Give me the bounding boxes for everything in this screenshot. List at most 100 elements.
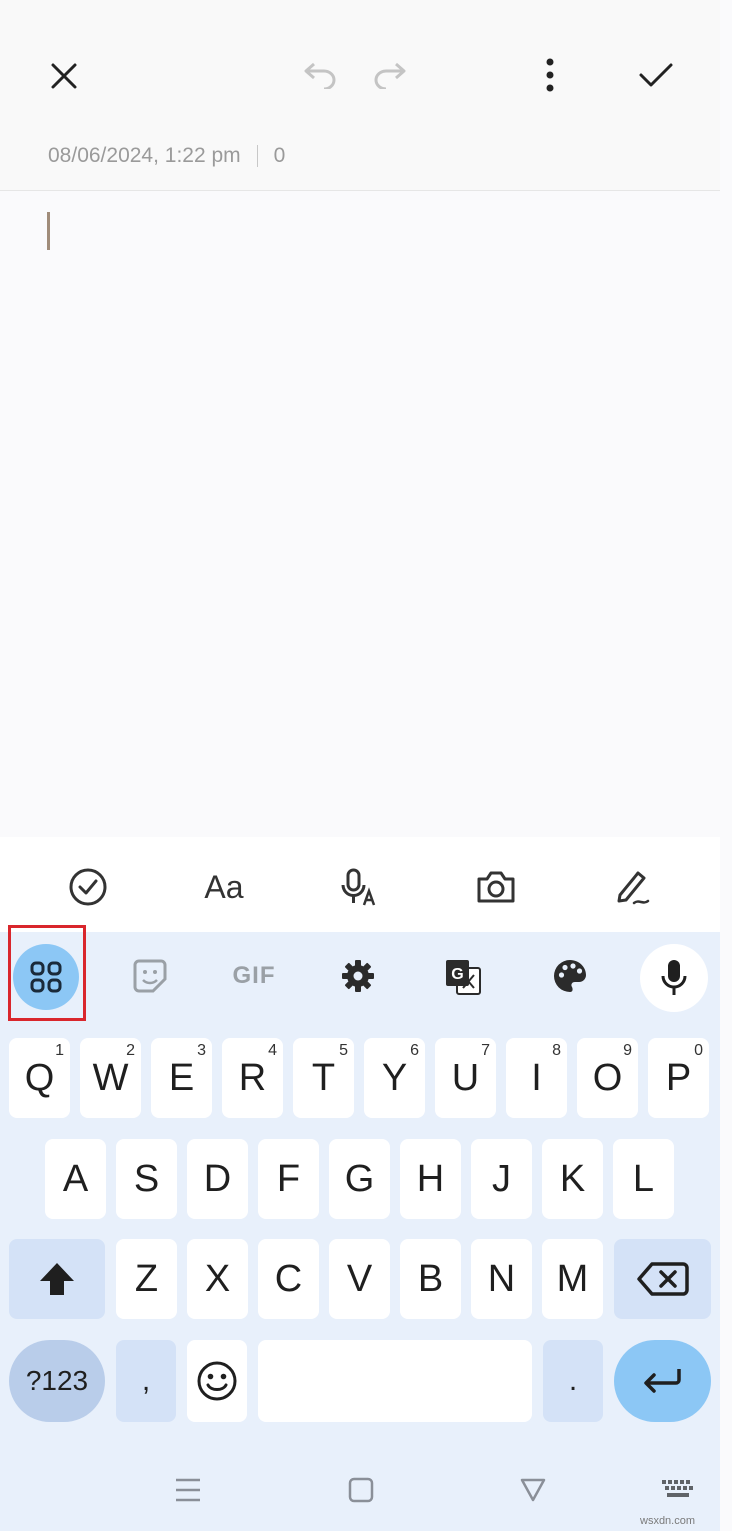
key-e-hint: 3 bbox=[197, 1042, 206, 1059]
key-r[interactable]: R4 bbox=[222, 1038, 283, 1118]
meta-separator bbox=[256, 145, 258, 167]
key-x[interactable]: X bbox=[187, 1239, 248, 1319]
home-icon bbox=[348, 1477, 374, 1503]
home-button[interactable] bbox=[341, 1470, 381, 1510]
key-w[interactable]: W2 bbox=[80, 1038, 141, 1118]
key-t[interactable]: T5 bbox=[293, 1038, 354, 1118]
key-y[interactable]: Y6 bbox=[364, 1038, 425, 1118]
voice-input-button[interactable] bbox=[640, 944, 708, 1012]
key-e[interactable]: E3 bbox=[151, 1038, 212, 1118]
more-vertical-icon bbox=[546, 58, 554, 92]
editing-toolbar: Aa bbox=[0, 837, 720, 932]
keyboard-switch-icon bbox=[662, 1480, 693, 1497]
note-body-editor[interactable] bbox=[0, 191, 720, 837]
key-f[interactable]: F bbox=[258, 1139, 319, 1219]
note-metadata: 08/06/2024, 1:22 pm 0 bbox=[48, 144, 285, 168]
shift-key[interactable] bbox=[9, 1239, 105, 1319]
recents-icon bbox=[176, 1478, 200, 1502]
key-y-label: Y bbox=[381, 1056, 408, 1099]
comma-key[interactable]: , bbox=[116, 1340, 176, 1422]
key-u-label: U bbox=[451, 1056, 480, 1099]
key-w-label: W bbox=[92, 1056, 129, 1099]
camera-button[interactable] bbox=[472, 863, 520, 911]
key-e-label: E bbox=[168, 1056, 195, 1099]
key-q[interactable]: Q1 bbox=[9, 1038, 70, 1118]
save-button[interactable] bbox=[630, 50, 682, 100]
back-icon bbox=[520, 1478, 546, 1502]
key-u[interactable]: U7 bbox=[435, 1038, 496, 1118]
backspace-icon bbox=[636, 1262, 689, 1296]
symbols-key[interactable]: ?123 bbox=[9, 1340, 105, 1422]
voice-recording-icon bbox=[341, 868, 376, 906]
emoji-key[interactable] bbox=[187, 1340, 247, 1422]
gif-icon: GIF bbox=[232, 962, 276, 989]
key-g[interactable]: G bbox=[329, 1139, 390, 1219]
redo-icon bbox=[374, 62, 406, 89]
enter-icon bbox=[643, 1369, 681, 1393]
svg-text:G: G bbox=[451, 966, 463, 983]
text-format-button[interactable]: Aa bbox=[196, 863, 252, 911]
key-o[interactable]: O9 bbox=[577, 1038, 638, 1118]
enter-key[interactable] bbox=[614, 1340, 711, 1422]
key-b[interactable]: B bbox=[400, 1239, 461, 1319]
key-s[interactable]: S bbox=[116, 1139, 177, 1219]
key-m[interactable]: M bbox=[542, 1239, 603, 1319]
keyboard-switch-button[interactable] bbox=[658, 1472, 698, 1508]
space-bar[interactable] bbox=[258, 1340, 532, 1422]
key-p[interactable]: P0 bbox=[648, 1038, 709, 1118]
text-cursor bbox=[47, 212, 50, 250]
sticker-button[interactable] bbox=[126, 952, 174, 1000]
key-c[interactable]: C bbox=[258, 1239, 319, 1319]
key-o-hint: 9 bbox=[623, 1042, 632, 1059]
shift-icon bbox=[40, 1263, 74, 1295]
key-h[interactable]: H bbox=[400, 1139, 461, 1219]
key-q-label: Q bbox=[24, 1056, 55, 1099]
settings-icon bbox=[342, 960, 374, 992]
key-d[interactable]: D bbox=[187, 1139, 248, 1219]
recents-button[interactable] bbox=[168, 1470, 208, 1510]
handwriting-icon bbox=[617, 871, 650, 905]
key-r-hint: 4 bbox=[268, 1042, 277, 1059]
key-p-label: P bbox=[665, 1056, 692, 1099]
key-a[interactable]: A bbox=[45, 1139, 106, 1219]
note-header: 08/06/2024, 1:22 pm 0 bbox=[0, 0, 720, 190]
key-o-label: O bbox=[592, 1056, 623, 1099]
watermark: wsxdn.com bbox=[640, 1515, 696, 1527]
emoji-icon bbox=[197, 1361, 237, 1401]
camera-icon bbox=[477, 871, 515, 903]
key-t-hint: 5 bbox=[339, 1042, 348, 1059]
period-key[interactable]: . bbox=[543, 1340, 603, 1422]
key-u-hint: 7 bbox=[481, 1042, 490, 1059]
voice-recording-button[interactable] bbox=[334, 863, 382, 911]
key-j[interactable]: J bbox=[471, 1139, 532, 1219]
key-y-hint: 6 bbox=[410, 1042, 419, 1059]
checklist-button[interactable] bbox=[64, 863, 112, 911]
key-z[interactable]: Z bbox=[116, 1239, 177, 1319]
close-button[interactable] bbox=[38, 50, 90, 102]
checkbox-icon bbox=[69, 868, 107, 906]
check-icon bbox=[639, 63, 673, 87]
undo-button[interactable] bbox=[294, 50, 344, 100]
on-screen-keyboard: GIF G ?123 , . Q 1 W 2 E 3 R 4 T 5 Y 6 U… bbox=[0, 932, 720, 1531]
keyboard-settings-button[interactable] bbox=[336, 954, 380, 998]
redo-button[interactable] bbox=[366, 50, 416, 100]
key-p-hint: 0 bbox=[694, 1042, 703, 1059]
key-r-label: R bbox=[238, 1056, 267, 1099]
key-v[interactable]: V bbox=[329, 1239, 390, 1319]
key-k[interactable]: K bbox=[542, 1139, 603, 1219]
back-button[interactable] bbox=[513, 1470, 553, 1510]
handwriting-button[interactable] bbox=[608, 863, 656, 911]
backspace-key[interactable] bbox=[614, 1239, 711, 1319]
key-l[interactable]: L bbox=[613, 1139, 674, 1219]
key-i[interactable]: I8 bbox=[506, 1038, 567, 1118]
translate-button[interactable]: G bbox=[440, 954, 486, 1000]
theme-button[interactable] bbox=[548, 954, 592, 998]
key-t-label: T bbox=[311, 1056, 336, 1099]
system-navigation-bar bbox=[0, 1440, 720, 1531]
key-n[interactable]: N bbox=[471, 1239, 532, 1319]
close-icon bbox=[51, 63, 77, 89]
keyboard-suggestion-bar: GIF G bbox=[0, 932, 720, 1022]
gif-button[interactable]: GIF bbox=[226, 956, 282, 996]
more-options-button[interactable] bbox=[530, 50, 570, 100]
palette-icon bbox=[554, 960, 586, 992]
